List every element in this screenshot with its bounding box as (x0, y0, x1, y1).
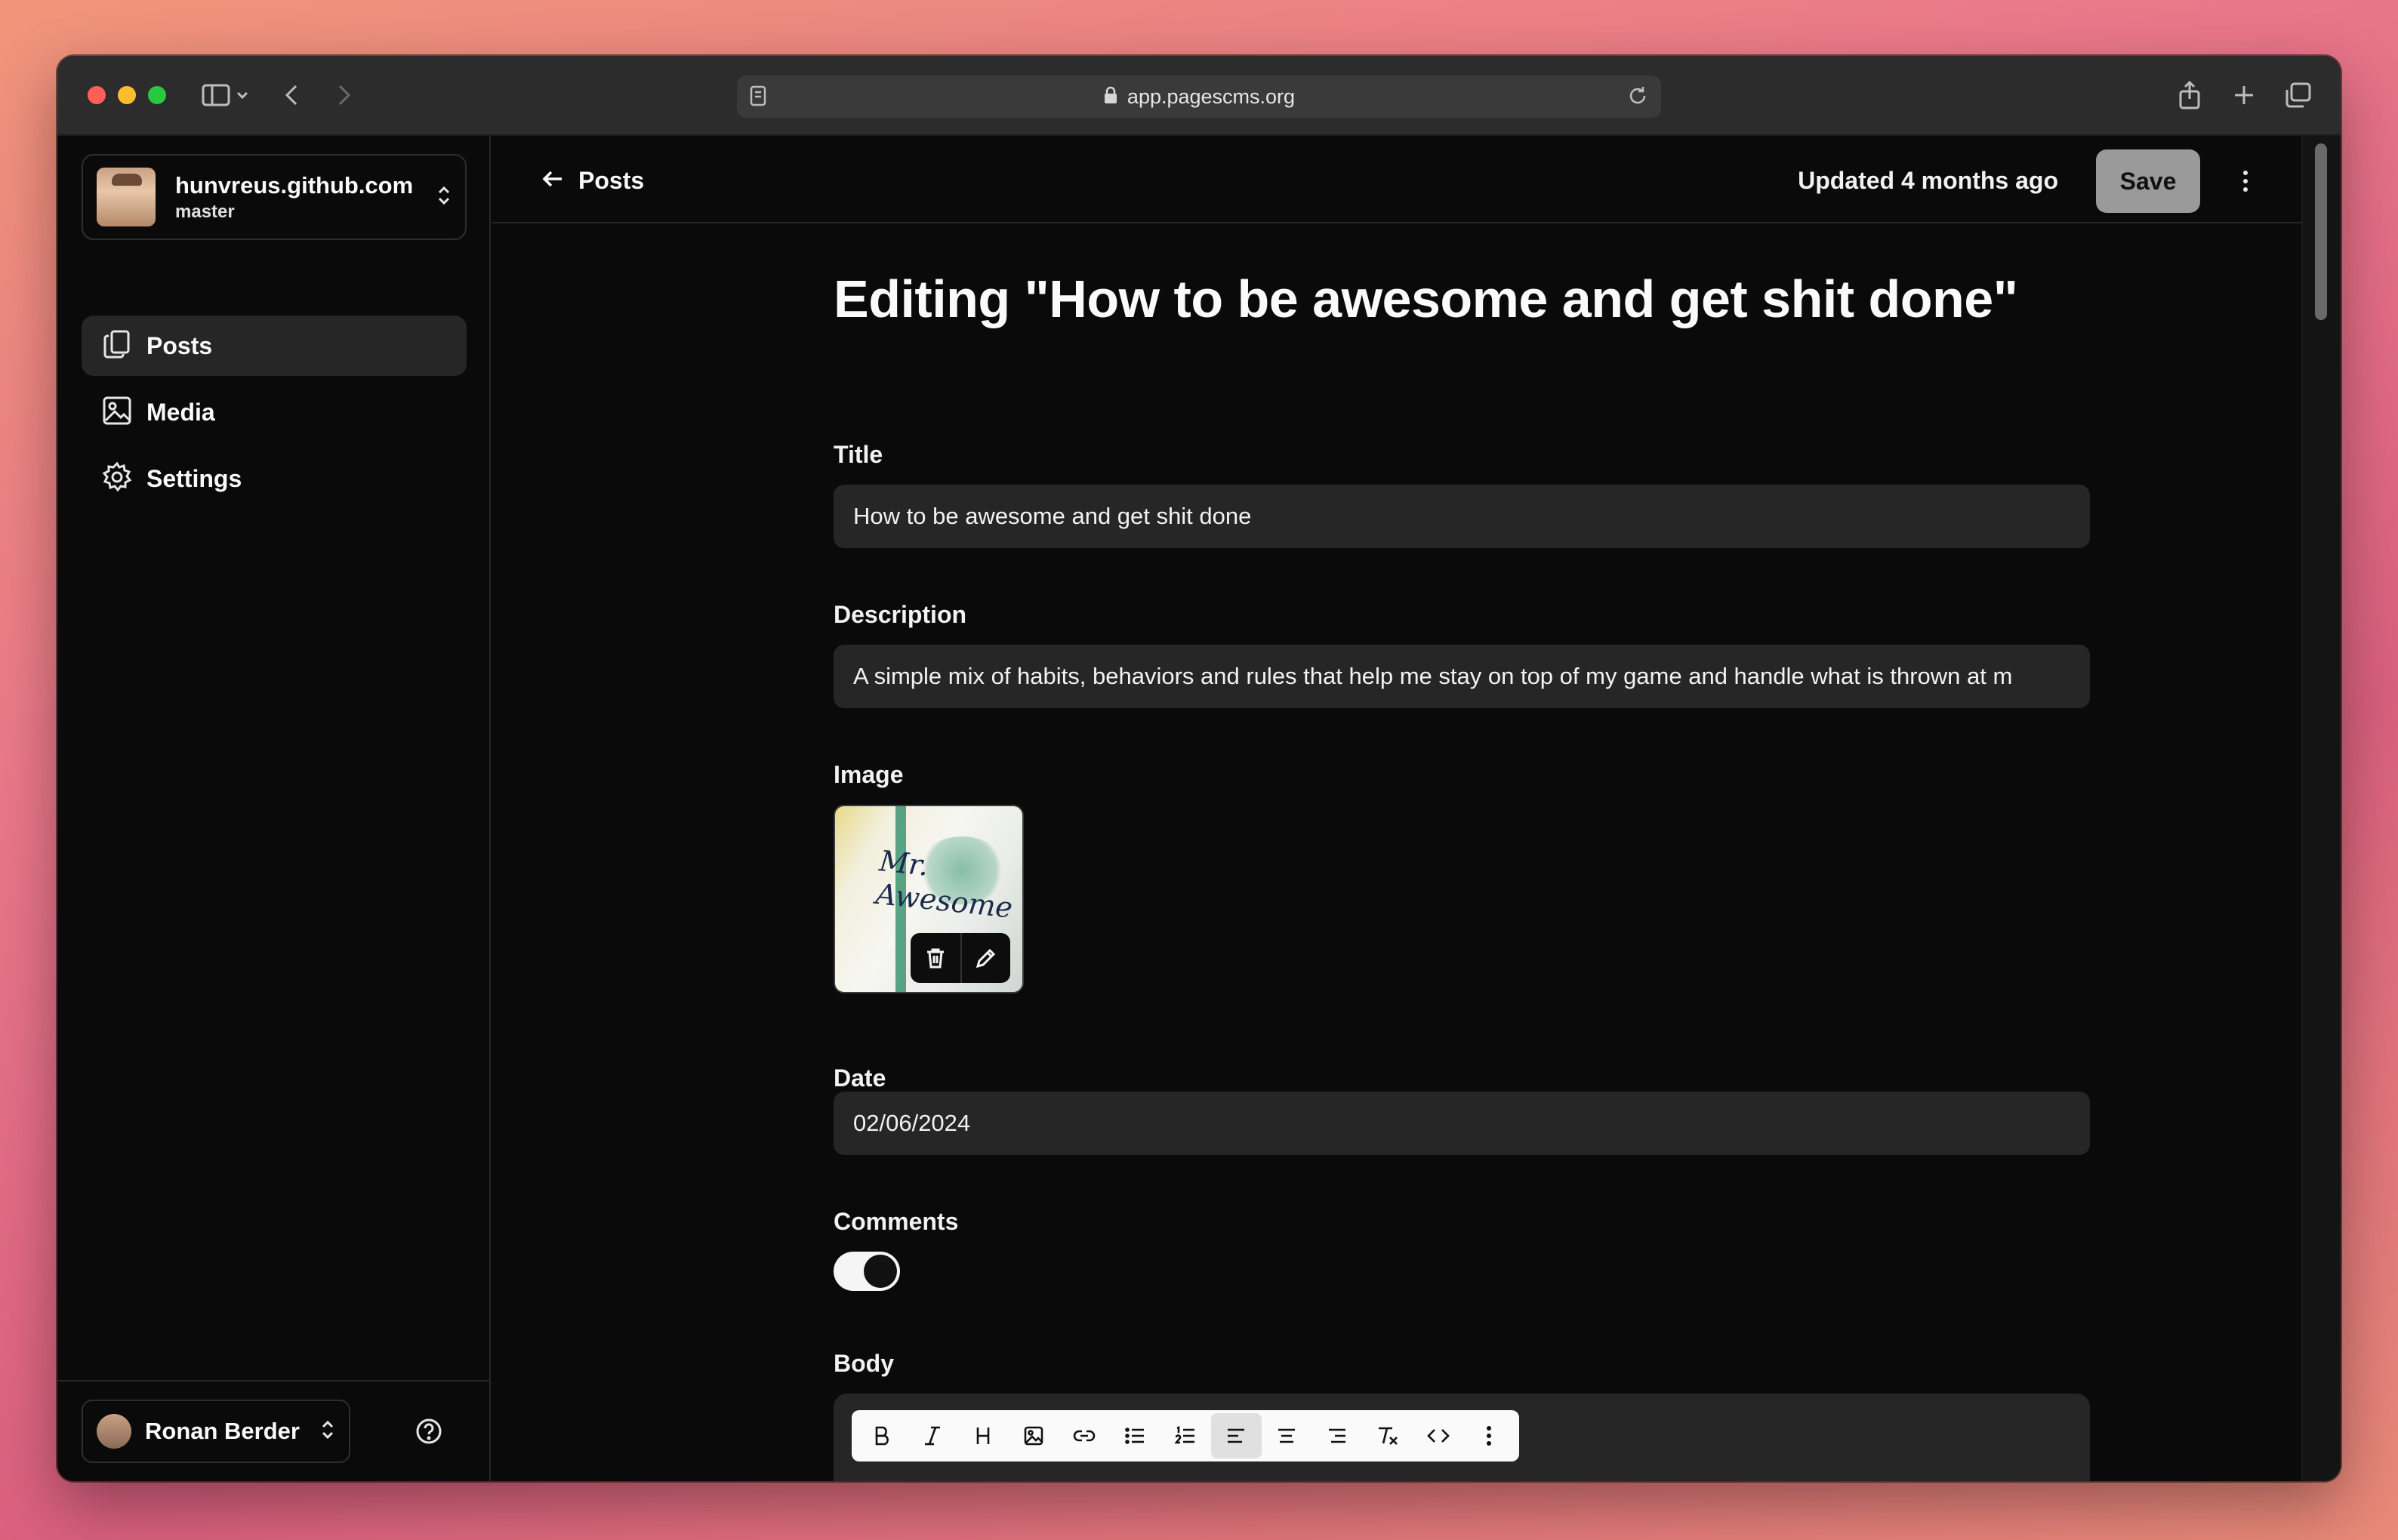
toggle-knob (864, 1255, 897, 1288)
align-center-icon[interactable] (1262, 1413, 1312, 1458)
repo-branch: master (175, 202, 235, 222)
bullet-list-icon[interactable] (1109, 1413, 1160, 1458)
italic-icon[interactable] (907, 1413, 957, 1458)
date-field[interactable]: 02/06/2024 (834, 1092, 2090, 1155)
image-icon (101, 395, 133, 430)
avatar (97, 1414, 131, 1449)
zoom-window-button[interactable] (148, 86, 166, 104)
sidebar-item-settings[interactable]: Settings (82, 448, 467, 509)
trash-icon[interactable] (911, 933, 960, 983)
code-icon[interactable] (1413, 1413, 1464, 1458)
reload-icon[interactable] (1626, 85, 1649, 111)
user-name: Ronan Berder (145, 1418, 300, 1444)
back-to-posts-link[interactable]: Posts (542, 163, 644, 198)
scrollbar-thumb[interactable] (2315, 143, 2327, 320)
clear-format-icon[interactable] (1363, 1413, 1413, 1458)
bold-icon[interactable] (856, 1413, 907, 1458)
image-label: Image (834, 761, 904, 788)
repo-name: hunvreus.github.com (175, 172, 414, 199)
sidebar-item-media[interactable]: Media (82, 382, 467, 442)
close-window-button[interactable] (88, 86, 106, 104)
gear-icon (101, 461, 133, 497)
sidebar-item-label: Posts (146, 331, 213, 359)
user-switcher[interactable]: Ronan Berder (82, 1400, 350, 1463)
sidebar-item-label: Settings (146, 464, 242, 492)
save-button[interactable]: Save (2096, 149, 2200, 213)
page-info-icon[interactable] (749, 85, 767, 111)
sidebar-nav: Posts Media Settings (82, 316, 467, 515)
pencil-icon[interactable] (960, 933, 1010, 983)
sidebar-item-label: Media (146, 398, 215, 426)
address-bar[interactable]: app.pagescms.org (737, 75, 1661, 118)
editor-toolbar (852, 1410, 1519, 1461)
align-left-icon[interactable] (1210, 1413, 1262, 1458)
sidebar: hunvreus.github.com master Posts Media S… (57, 136, 491, 1481)
back-arrow-icon[interactable] (273, 79, 310, 112)
browser-toolbar: app.pagescms.org (57, 56, 2341, 136)
comments-label: Comments (834, 1208, 959, 1235)
url-text: app.pagescms.org (1127, 85, 1296, 108)
sidebar-footer: Ronan Berder (57, 1380, 491, 1481)
share-icon[interactable] (2171, 79, 2208, 112)
insert-image-icon[interactable] (1008, 1413, 1059, 1458)
main-content: Posts Updated 4 months ago Save Editing … (492, 136, 2341, 1481)
arrow-left-icon (542, 170, 563, 192)
chevron-up-down-icon (436, 184, 452, 211)
title-field[interactable]: How to be awesome and get shit done (834, 485, 2090, 548)
image-preview[interactable]: Mr. Awesome (834, 805, 1024, 993)
sidebar-toggle-icon[interactable] (198, 79, 234, 112)
heading-icon[interactable] (957, 1413, 1008, 1458)
tab-overview-icon[interactable] (2280, 79, 2316, 112)
repo-avatar (97, 168, 156, 226)
page-title: Editing "How to be awesome and get shit … (834, 270, 2018, 328)
more-options-icon[interactable] (2236, 166, 2255, 196)
repo-switcher[interactable]: hunvreus.github.com master (82, 154, 467, 240)
link-icon[interactable] (1059, 1413, 1109, 1458)
browser-window: app.pagescms.org hunvreus.github.com mas… (57, 56, 2341, 1481)
editor-header: Posts Updated 4 months ago Save (492, 136, 2301, 223)
ordered-list-icon[interactable] (1160, 1413, 1210, 1458)
sidebar-item-posts[interactable]: Posts (82, 316, 467, 376)
description-label: Description (834, 601, 967, 628)
comments-toggle[interactable] (834, 1252, 900, 1291)
minimize-window-button[interactable] (118, 86, 136, 104)
body-label: Body (834, 1350, 894, 1377)
align-right-icon[interactable] (1312, 1413, 1363, 1458)
new-tab-icon[interactable] (2226, 79, 2262, 112)
help-icon[interactable] (414, 1416, 444, 1446)
chevron-down-icon[interactable] (231, 79, 254, 112)
image-actions (911, 933, 1010, 983)
more-options-icon[interactable] (1464, 1413, 1515, 1458)
lock-icon (1103, 86, 1118, 108)
back-link-label: Posts (578, 166, 645, 194)
scrollbar[interactable] (2301, 136, 2341, 1481)
title-label: Title (834, 441, 883, 468)
description-field[interactable]: A simple mix of habits, behaviors and ru… (834, 645, 2090, 708)
chevron-up-down-icon (320, 1418, 335, 1445)
forward-arrow-icon[interactable] (326, 79, 362, 112)
body-editor[interactable] (834, 1394, 2090, 1481)
date-label: Date (834, 1064, 886, 1092)
files-icon (101, 328, 133, 364)
updated-timestamp: Updated 4 months ago (1798, 167, 2058, 194)
